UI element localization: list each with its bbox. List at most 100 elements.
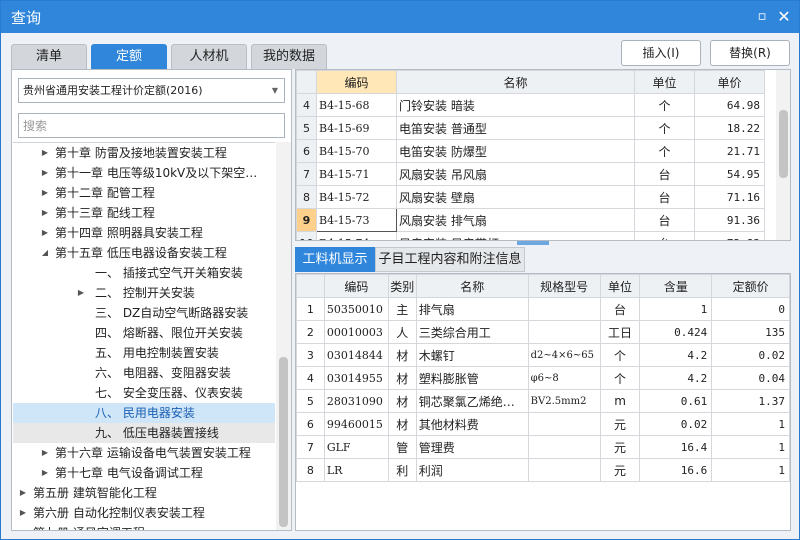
- expand-icon[interactable]: ▶: [39, 143, 51, 163]
- code-cell[interactable]: B4-15-68: [316, 93, 397, 117]
- table-row[interactable]: 6 B4-15-70 电笛安装 防爆型个 21.71: [296, 139, 765, 163]
- spec-cell[interactable]: [527, 435, 601, 459]
- unit-cell[interactable]: 元: [599, 412, 641, 436]
- unit-cell[interactable]: m: [599, 389, 641, 413]
- row-number[interactable]: 4: [296, 93, 317, 117]
- title-bar[interactable]: 查询 ▫ ✕: [1, 1, 799, 33]
- maximize-icon[interactable]: ▫: [753, 8, 771, 26]
- table-row[interactable]: 8 LR 利利润 元 16.6 1: [296, 458, 790, 482]
- expand-icon[interactable]: ▶: [39, 183, 51, 203]
- tree-node[interactable]: ▶ 第七册 通风空调工程: [13, 523, 275, 530]
- quantity-cell[interactable]: 4.2: [639, 366, 713, 390]
- tree-node[interactable]: ▶ 第十七章 电气设备调试工程: [13, 463, 275, 483]
- quota-price-cell[interactable]: 0: [711, 297, 790, 321]
- quantity-cell[interactable]: 4.2: [639, 343, 713, 367]
- tree-node[interactable]: ◢ 第十五章 低压电器设备安装工程: [13, 243, 275, 263]
- type-cell[interactable]: 材: [387, 366, 417, 390]
- name-cell[interactable]: 铜芯聚氯乙烯绝…: [415, 389, 529, 413]
- column-header-quantity[interactable]: 含量: [639, 274, 713, 298]
- tree-node[interactable]: ▶ 第五册 建筑智能化工程: [13, 483, 275, 503]
- row-number[interactable]: 7: [296, 162, 317, 186]
- price-cell[interactable]: 71.16: [694, 185, 765, 209]
- quota-price-cell[interactable]: 1.37: [711, 389, 790, 413]
- type-cell[interactable]: 主: [387, 297, 417, 321]
- expand-icon[interactable]: ▶: [39, 203, 51, 223]
- expand-icon[interactable]: ▶: [39, 163, 51, 183]
- row-number[interactable]: 5: [296, 116, 317, 140]
- quota-price-cell[interactable]: 1: [711, 412, 790, 436]
- code-cell[interactable]: LR: [323, 458, 389, 482]
- row-number[interactable]: 8: [296, 185, 317, 209]
- table-row[interactable]: 5 B4-15-69 电笛安装 普通型个 18.22: [296, 116, 765, 140]
- code-cell[interactable]: B4-15-69: [316, 116, 397, 140]
- row-number[interactable]: 8: [296, 458, 325, 482]
- spec-cell[interactable]: [527, 297, 601, 321]
- price-cell[interactable]: 72.83: [694, 231, 765, 240]
- code-cell[interactable]: B4-15-73: [316, 208, 397, 232]
- tree-node[interactable]: 五、 用电控制装置安装: [13, 343, 275, 363]
- search-input[interactable]: [18, 113, 285, 138]
- code-cell[interactable]: 03014844: [323, 343, 389, 367]
- type-cell[interactable]: 材: [387, 412, 417, 436]
- spec-cell[interactable]: BV2.5mm2: [527, 389, 601, 413]
- quota-price-cell[interactable]: 1: [711, 435, 790, 459]
- code-cell[interactable]: B4-15-74: [316, 231, 397, 240]
- code-cell[interactable]: 00010003: [323, 320, 389, 344]
- price-cell[interactable]: 54.95: [694, 162, 765, 186]
- tree-node[interactable]: ▶ 二、 控制开关安装: [13, 283, 275, 303]
- quota-library-select[interactable]: 贵州省通用安装工程计价定额(2016) ▼: [18, 78, 285, 103]
- quantity-cell[interactable]: 0.61: [639, 389, 713, 413]
- column-header-unit[interactable]: 单位: [634, 70, 695, 94]
- name-cell[interactable]: 电笛安装 防爆型: [396, 139, 635, 163]
- column-header-type[interactable]: 类别: [387, 274, 417, 298]
- tree-node[interactable]: ▶ 第十一章 电压等级10kV及以下架空…: [13, 163, 275, 183]
- type-cell[interactable]: 人: [387, 320, 417, 344]
- unit-cell[interactable]: 个: [634, 93, 695, 117]
- name-cell[interactable]: 风扇安装 吊风扇: [396, 162, 635, 186]
- column-header-name[interactable]: 名称: [396, 70, 635, 94]
- expand-icon[interactable]: ▶: [17, 483, 29, 503]
- chevron-down-icon[interactable]: ▼: [272, 79, 278, 102]
- type-cell[interactable]: 材: [387, 389, 417, 413]
- row-number[interactable]: 4: [296, 366, 325, 390]
- unit-cell[interactable]: 个: [634, 139, 695, 163]
- expand-icon[interactable]: ▶: [39, 443, 51, 463]
- column-header-price[interactable]: 单价: [694, 70, 765, 94]
- close-icon[interactable]: ✕: [775, 8, 793, 26]
- type-cell[interactable]: 利: [387, 458, 417, 482]
- name-cell[interactable]: 管理费: [415, 435, 529, 459]
- quantity-cell[interactable]: 1: [639, 297, 713, 321]
- expand-icon[interactable]: ▶: [39, 223, 51, 243]
- row-number[interactable]: 1: [296, 297, 325, 321]
- expand-icon[interactable]: ▶: [75, 283, 87, 303]
- tree-node[interactable]: 四、 熔断器、限位开关安装: [13, 323, 275, 343]
- table-row[interactable]: 2 00010003 人三类综合用工 工日 0.424 135: [296, 320, 790, 344]
- spec-cell[interactable]: d2~4×6~65: [527, 343, 601, 367]
- type-cell[interactable]: 材: [387, 343, 417, 367]
- tree-node[interactable]: 八、 民用电器安装: [13, 403, 275, 423]
- unit-cell[interactable]: 台: [634, 208, 695, 232]
- quota-table-scrollbar[interactable]: [776, 70, 790, 240]
- unit-cell[interactable]: 台: [634, 231, 695, 240]
- column-header-unit[interactable]: 单位: [599, 274, 641, 298]
- unit-cell[interactable]: 台: [599, 297, 641, 321]
- tree-node[interactable]: ▶ 第十六章 运输设备电气装置安装工程: [13, 443, 275, 463]
- column-header-name[interactable]: 名称: [415, 274, 529, 298]
- table-row[interactable]: 8 B4-15-72 风扇安装 壁扇台 71.16: [296, 185, 765, 209]
- name-cell[interactable]: 门铃安装 暗装: [396, 93, 635, 117]
- tree-node[interactable]: ▶ 第十四章 照明器具安装工程: [13, 223, 275, 243]
- name-cell[interactable]: 利润: [415, 458, 529, 482]
- table-row[interactable]: 4 03014955 材塑料膨胀管 φ6~8 个 4.2 0.04: [296, 366, 790, 390]
- unit-cell[interactable]: 台: [634, 162, 695, 186]
- expand-icon[interactable]: ▶: [39, 463, 51, 483]
- row-number[interactable]: 2: [296, 320, 325, 344]
- unit-cell[interactable]: 台: [634, 185, 695, 209]
- tree-node[interactable]: ▶ 第十三章 配线工程: [13, 203, 275, 223]
- table-row[interactable]: 3 03014844 材木螺钉 d2~4×6~65 个 4.2 0.02: [296, 343, 790, 367]
- table-row[interactable]: 6 99460015 材其他材料费 元 0.02 1: [296, 412, 790, 436]
- tree-node[interactable]: 三、 DZ自动空气断路器安装: [13, 303, 275, 323]
- quota-table-scrollbar-thumb[interactable]: [779, 110, 788, 178]
- table-row[interactable]: 9 B4-15-73 风扇安装 排气扇台 91.36: [296, 208, 765, 232]
- table-row[interactable]: 10B4-15-74风扇安装 风扇带灯台72.83: [296, 231, 765, 240]
- spec-cell[interactable]: [527, 458, 601, 482]
